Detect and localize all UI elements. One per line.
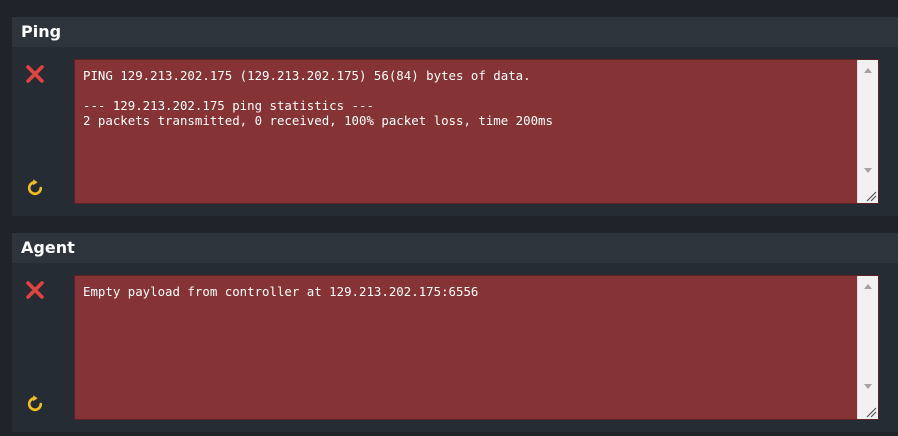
scroll-up-arrow-icon[interactable] bbox=[864, 68, 872, 73]
ping-output-textarea[interactable]: PING 129.213.202.175 (129.213.202.175) 5… bbox=[74, 59, 879, 204]
agent-panel-header: Agent bbox=[12, 233, 898, 263]
agent-panel: Agent Empty payload from controller at 1… bbox=[12, 233, 898, 432]
resize-grip-icon[interactable] bbox=[865, 190, 877, 202]
ping-panel-title: Ping bbox=[21, 22, 62, 41]
agent-panel-title: Agent bbox=[21, 238, 75, 257]
close-icon[interactable] bbox=[25, 64, 45, 84]
agent-output-scrollbar[interactable] bbox=[857, 276, 878, 419]
refresh-icon[interactable] bbox=[26, 395, 44, 413]
agent-output-textarea[interactable]: Empty payload from controller at 129.213… bbox=[74, 275, 879, 420]
ping-output-text: PING 129.213.202.175 (129.213.202.175) 5… bbox=[83, 68, 553, 128]
ping-panel-header: Ping bbox=[12, 17, 898, 47]
scroll-up-arrow-icon[interactable] bbox=[864, 284, 872, 289]
refresh-icon[interactable] bbox=[26, 179, 44, 197]
agent-output-text: Empty payload from controller at 129.213… bbox=[83, 284, 479, 299]
ping-output-scrollbar[interactable] bbox=[857, 60, 878, 203]
resize-grip-icon[interactable] bbox=[865, 406, 877, 418]
scroll-down-arrow-icon[interactable] bbox=[864, 384, 872, 389]
close-icon[interactable] bbox=[25, 280, 45, 300]
scroll-down-arrow-icon[interactable] bbox=[864, 168, 872, 173]
ping-panel: Ping PING 129.213.202.175 (129.213.202.1… bbox=[12, 17, 898, 216]
